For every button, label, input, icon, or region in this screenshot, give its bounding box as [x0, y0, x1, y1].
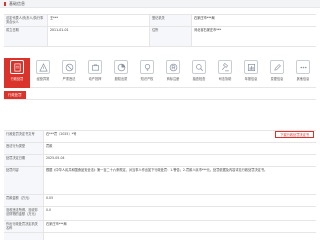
subtab-bar: 行政处罚 [4, 90, 316, 100]
subtab-penalty[interactable]: 行政处罚 [4, 91, 26, 99]
detail-value [44, 233, 316, 240]
detail-row: 罚款金额（万元） 0.05 [4, 195, 316, 207]
tab-report[interactable]: 年报信息 [238, 58, 264, 88]
section-header: 基础信息 [0, 0, 320, 8]
document-icon [10, 60, 24, 74]
detail-value: 0.0 [46, 208, 52, 212]
detail-value: 2025-05-04 [46, 156, 65, 160]
legal-rep-value: 王*** [48, 15, 150, 26]
detail-label: 罚款金额（万元） [4, 195, 44, 206]
tab-stop[interactable]: 严重违法 [56, 58, 82, 88]
registration-authority-label: 登记机关 [150, 15, 192, 26]
detail-value: 石家庄市***局 [46, 222, 67, 226]
equity-icon [114, 60, 128, 74]
ip-icon [140, 60, 154, 74]
detail-label: 处罚决定日期 [4, 155, 44, 166]
detail-label: 没收违法所得、没收非法财物的金额（万元） [4, 207, 44, 220]
tab-label: 商标注册 [166, 77, 180, 81]
detail-label [4, 233, 44, 240]
detail-value: 石***罚〔2025〕*号 [46, 132, 77, 136]
pledge-icon [88, 60, 102, 74]
tab-label: 严重违法 [62, 77, 76, 81]
warning-icon [36, 60, 50, 74]
detail-row: 处罚内容 根据《中华人民共和国食品安全法》第一百二十六条规定，对当事人作出如下行政… [4, 167, 316, 195]
tab-edit[interactable]: 变更信息 [264, 58, 290, 88]
detail-row: 没收违法所得、没收非法财物的金额（万元） 0.0 [4, 207, 316, 221]
edit-icon [270, 60, 284, 74]
basic-info-table: 法定代表人/负责人/执行事务合伙人 王*** 登记机关 石家庄市***局 成立日… [4, 14, 316, 47]
tab-warning[interactable]: 经营异常 [30, 58, 56, 88]
more-icon [296, 60, 310, 74]
detail-row: 作出行政处罚决定机关名称 石家庄市***局 [4, 221, 316, 233]
tab-label: 抽查检查 [192, 77, 206, 81]
tab-equity[interactable]: 股权出质 [108, 58, 134, 88]
tab-gavel[interactable]: 司法协助 [212, 58, 238, 88]
established-date-label: 成立日期 [4, 27, 48, 46]
detail-row: 处罚决定日期 2025-05-04 [4, 155, 316, 167]
section-title: 基础信息 [9, 1, 25, 6]
detail-label: 作出行政处罚决定机关名称 [4, 221, 44, 232]
stop-icon [62, 60, 76, 74]
info-row: 成立日期 2011-01-01 住所 河北省石家庄市*** [4, 27, 316, 47]
tab-label: 经营异常 [36, 77, 50, 81]
detail-label: 行政处罚决定书文号 [4, 131, 44, 142]
established-date-value: 2011-01-01 [48, 27, 150, 46]
tab-more[interactable]: 其他信息 [290, 58, 316, 88]
tab-label: 股权出质 [114, 77, 128, 81]
detail-value: 根据《中华人民共和国食品安全法》第一百二十六条规定，对当事人作出如下行政处罚：1… [46, 168, 268, 172]
tab-search[interactable]: 抽查检查 [186, 58, 212, 88]
detail-value: 罚款 [46, 144, 53, 148]
registration-authority-value: 石家庄市***局 [194, 16, 215, 20]
tab-label: 知识产权 [140, 77, 154, 81]
section-marker [4, 2, 6, 6]
tab-label: 动产抵押 [88, 77, 102, 81]
detail-label: 处罚内容 [4, 167, 44, 194]
tab-label: 行政处罚 [10, 77, 24, 81]
penalty-detail-table: 行政处罚决定书文号 石***罚〔2025〕*号 违法行为类型 罚款 处罚决定日期 2025… [4, 130, 316, 240]
address-label: 住所 [150, 27, 192, 46]
report-icon [244, 60, 258, 74]
detail-row: 违法行为类型 罚款 [4, 143, 316, 155]
address-value: 河北省石家庄市*** [194, 28, 222, 32]
tab-pledge[interactable]: 动产抵押 [82, 58, 108, 88]
tab-trademark[interactable]: 商标注册 [160, 58, 186, 88]
tab-label: 其他信息 [296, 77, 310, 81]
tab-label: 年报信息 [244, 77, 258, 81]
tab-document[interactable]: 行政处罚 [4, 58, 30, 88]
detail-label: 违法行为类型 [4, 143, 44, 154]
category-tabs: 行政处罚 经营异常 严重违法 动产抵押 股权出质 知识产权 商标注册 抽查检查 司法协助 年报信息… [4, 58, 316, 88]
gavel-icon [218, 60, 232, 74]
tab-ip[interactable]: 知识产权 [134, 58, 160, 88]
tab-label: 司法协助 [218, 77, 232, 81]
tab-label: 变更信息 [270, 77, 284, 81]
legal-rep-label: 法定代表人/负责人/执行事务合伙人 [4, 15, 48, 26]
search-icon [192, 60, 206, 74]
detail-row [4, 233, 316, 240]
detail-value: 0.05 [46, 196, 54, 200]
info-row: 法定代表人/负责人/执行事务合伙人 王*** 登记机关 石家庄市***局 [4, 15, 316, 27]
detail-row: 行政处罚决定书文号 石***罚〔2025〕*号 [4, 131, 316, 143]
trademark-icon [166, 60, 180, 74]
